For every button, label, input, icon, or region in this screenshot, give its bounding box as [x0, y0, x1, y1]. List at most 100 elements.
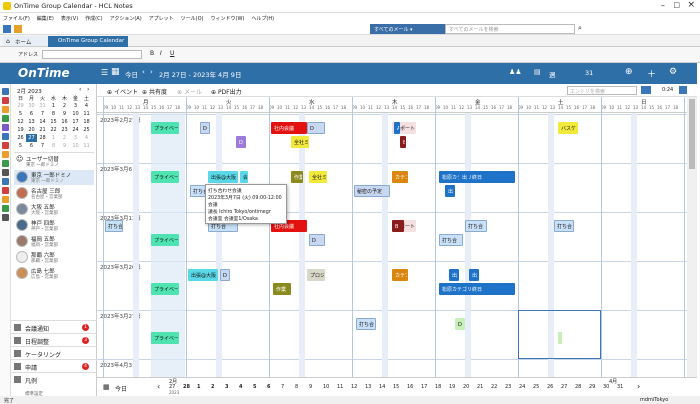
- user-item[interactable]: 那覇 六郎 那覇・営業部: [14, 250, 94, 265]
- calendar-event[interactable]: プライベート: [151, 332, 179, 344]
- sidebar-app-icon[interactable]: [2, 160, 9, 167]
- calendar-event[interactable]: 出: [445, 185, 455, 197]
- minical-day[interactable]: 3: [70, 134, 81, 142]
- menu-item[interactable]: ウィンドウ(W): [211, 16, 245, 22]
- calendar-event[interactable]: 打ち合: [439, 234, 463, 246]
- user-item[interactable]: 東京 一郎ドミノ 東京 一郎ドミノ: [14, 170, 94, 185]
- menu-item[interactable]: ファイル(F): [3, 16, 30, 22]
- datebar-month[interactable]: 2月: [169, 378, 177, 385]
- menu-item[interactable]: アプレット: [149, 16, 174, 22]
- datebar-day[interactable]: 28: [575, 384, 581, 390]
- sidebar-app-icon[interactable]: [2, 97, 9, 104]
- calendar-event[interactable]: カテゴ: [392, 171, 408, 183]
- minical-day[interactable]: 20: [26, 126, 37, 134]
- minical-day[interactable]: 11: [81, 142, 92, 150]
- datebar-day[interactable]: 14: [379, 384, 385, 390]
- next-icon[interactable]: ›: [150, 68, 153, 76]
- calendar-event[interactable]: 作業: [273, 283, 291, 295]
- minical-day[interactable]: 6: [26, 142, 37, 150]
- calendar-event[interactable]: バスケ: [558, 122, 578, 134]
- menu-item[interactable]: ツール(O): [181, 16, 204, 22]
- minical-day[interactable]: 22: [48, 126, 59, 134]
- bold-icon[interactable]: B: [150, 50, 154, 57]
- calendar-event[interactable]: 社内会議: [271, 122, 307, 134]
- minical-day[interactable]: 10: [70, 142, 81, 150]
- calendar-event[interactable]: カテゴ: [392, 269, 408, 281]
- calendar-event[interactable]: B: [400, 136, 406, 148]
- datebar-day[interactable]: 23: [505, 384, 511, 390]
- zoom-icon[interactable]: ⊕: [625, 67, 633, 77]
- minical-day[interactable]: 18: [81, 118, 92, 126]
- filter-input[interactable]: エントリを検索: [567, 86, 637, 95]
- minical-day[interactable]: 8: [48, 142, 59, 150]
- sidebar-app-icon[interactable]: [2, 88, 9, 95]
- minical-day[interactable]: 11: [81, 110, 92, 118]
- datebar-day[interactable]: 10: [323, 384, 329, 390]
- minical-day[interactable]: 26: [15, 134, 26, 142]
- sidebar-app-icon[interactable]: [2, 178, 9, 185]
- calendar-event[interactable]: B: [392, 220, 404, 232]
- datebar-day[interactable]: 9: [309, 384, 312, 390]
- sidebar-app-icon[interactable]: [2, 142, 9, 149]
- scroll-thumb[interactable]: [689, 99, 695, 169]
- minical-day[interactable]: 13: [26, 118, 37, 126]
- datebar-day[interactable]: 13: [365, 384, 371, 390]
- minical-day[interactable]: 12: [15, 118, 26, 126]
- today-button[interactable]: 今日: [125, 69, 138, 79]
- search-input[interactable]: すべてのメールを検索: [445, 24, 575, 34]
- minical-day[interactable]: 21: [37, 126, 48, 134]
- share-button[interactable]: ⊕ 共有度: [142, 87, 167, 96]
- calendar-event[interactable]: 出張@大阪: [188, 269, 218, 281]
- datebar-day[interactable]: 8: [295, 384, 298, 390]
- italic-icon[interactable]: I: [160, 50, 162, 57]
- calendar-event[interactable]: D: [558, 332, 562, 344]
- vertical-scrollbar[interactable]: [687, 97, 697, 377]
- datebar-day[interactable]: 18: [435, 384, 441, 390]
- calendar-event[interactable]: 打ち合: [356, 318, 376, 330]
- user-item[interactable]: 神戸 四郎 神戸・営業部: [14, 218, 94, 233]
- calendar-event[interactable]: 出: [469, 269, 479, 281]
- calendar-event[interactable]: D: [220, 269, 230, 281]
- datebar-day[interactable]: 5: [253, 384, 256, 390]
- underline-icon[interactable]: U: [170, 50, 174, 57]
- datebar-day[interactable]: 17: [421, 384, 427, 390]
- datebar-day[interactable]: 29: [589, 384, 595, 390]
- calendar-event[interactable]: プライベート: [151, 171, 179, 183]
- event-button[interactable]: ⊕ イベント: [107, 87, 138, 96]
- calendar-event[interactable]: 出: [449, 269, 459, 281]
- maximize-icon[interactable]: □: [673, 1, 680, 9]
- sidebar-app-icon[interactable]: [2, 196, 9, 203]
- user-switch[interactable]: ☺ ユーザー切替 東京 一郎ドミノ: [14, 152, 94, 168]
- minical-day[interactable]: 4: [81, 134, 92, 142]
- minical-day[interactable]: 28: [37, 134, 48, 142]
- minical-day[interactable]: 15: [48, 118, 59, 126]
- sidebar-app-icon[interactable]: [2, 133, 9, 140]
- minical-prev-icon[interactable]: ‹: [79, 86, 81, 93]
- minical-day[interactable]: 7: [37, 142, 48, 150]
- minical-day[interactable]: 4: [81, 102, 92, 110]
- datebar-day[interactable]: 1: [197, 384, 200, 390]
- menu-item[interactable]: 作成(C): [85, 16, 102, 22]
- calendar-event[interactable]: 出張@大阪: [208, 171, 238, 183]
- menu-item[interactable]: 表示(V): [61, 16, 78, 22]
- minical-day[interactable]: 1: [48, 134, 59, 142]
- mail-icon[interactable]: [14, 25, 22, 33]
- minical-day[interactable]: 30: [26, 102, 37, 110]
- minical-day[interactable]: 10: [70, 110, 81, 118]
- sidebar-app-icon[interactable]: [2, 124, 9, 131]
- minical-day[interactable]: 5: [15, 142, 26, 150]
- datebar-day[interactable]: 21: [477, 384, 483, 390]
- minical-day[interactable]: 3: [70, 102, 81, 110]
- minical-day[interactable]: 5: [15, 110, 26, 118]
- left-section[interactable]: 申請 4: [11, 359, 97, 372]
- minical-day[interactable]: 9: [59, 110, 70, 118]
- minical-day[interactable]: 17: [70, 118, 81, 126]
- user-item[interactable]: 広島 七郎 広島・営業部: [14, 266, 94, 281]
- minical-day[interactable]: 1: [48, 102, 59, 110]
- minical-day[interactable]: 14: [37, 118, 48, 126]
- datebar-day[interactable]: 28: [183, 384, 190, 390]
- sidebar-app-icon[interactable]: [2, 151, 9, 158]
- view-icon[interactable]: ▤: [534, 68, 541, 76]
- minical-day[interactable]: 9: [59, 142, 70, 150]
- filter-icon[interactable]: [641, 86, 651, 94]
